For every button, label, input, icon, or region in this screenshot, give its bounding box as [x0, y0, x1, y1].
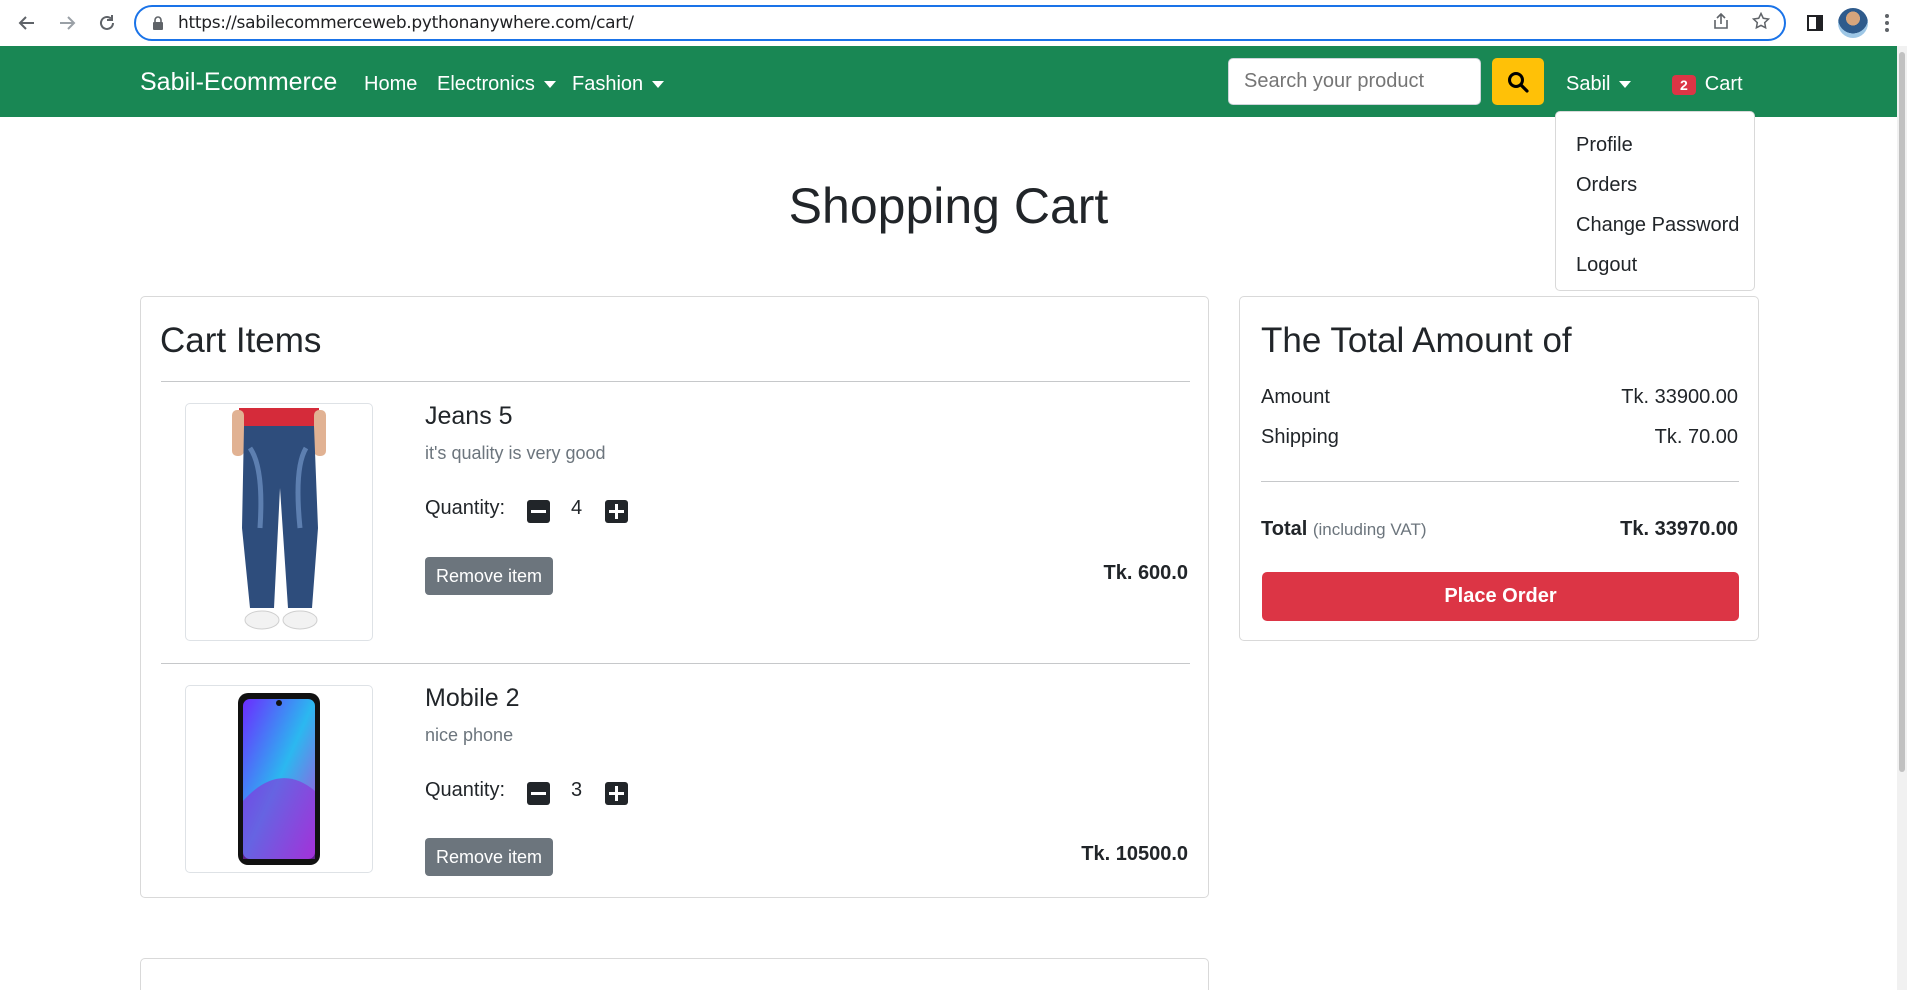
menu-item-profile[interactable]: Profile	[1556, 125, 1754, 165]
increase-quantity-button[interactable]	[605, 500, 628, 523]
caret-down-icon	[543, 81, 556, 88]
nav-fashion-label: Fashion	[572, 73, 644, 95]
remove-item-button[interactable]: Remove item	[425, 557, 553, 595]
divider	[1261, 481, 1739, 482]
next-card	[140, 958, 1209, 990]
vat-note: (including VAT)	[1312, 520, 1427, 539]
address-bar[interactable]: https://sabilecommerceweb.pythonanywhere…	[134, 5, 1786, 41]
profile-avatar[interactable]	[1838, 8, 1868, 38]
product-description: it's quality is very good	[425, 443, 606, 463]
shipping-value: Tk. 70.00	[1654, 426, 1738, 448]
caret-down-icon	[652, 81, 665, 88]
summary-title: The Total Amount of	[1261, 321, 1572, 360]
side-panel-icon[interactable]	[1800, 8, 1830, 38]
browser-menu-icon[interactable]	[1872, 8, 1902, 38]
cart-items-card: Cart Items Jeans 5 it's quality is very …	[140, 296, 1209, 898]
lock-icon	[152, 16, 164, 30]
product-image-jeans[interactable]	[185, 403, 373, 641]
brand-logo[interactable]: Sabil-Ecommerce	[140, 68, 337, 97]
user-name: Sabil	[1566, 73, 1611, 95]
url-text[interactable]: https://sabilecommerceweb.pythonanywhere…	[178, 13, 634, 33]
nav-home-label: Home	[364, 73, 418, 95]
item-price: Tk. 10500.0	[1081, 843, 1188, 865]
quantity-value: 3	[571, 779, 583, 801]
product-description: nice phone	[425, 725, 514, 745]
menu-item-logout[interactable]: Logout	[1556, 245, 1754, 285]
quantity-value: 4	[571, 497, 583, 519]
back-icon[interactable]	[12, 8, 42, 38]
product-name: Mobile 2	[425, 684, 520, 712]
order-summary-card: The Total Amount of Amount Tk. 33900.00 …	[1239, 296, 1759, 641]
amount-label: Amount	[1261, 386, 1330, 408]
bookmark-star-icon[interactable]	[1751, 11, 1771, 35]
place-order-button[interactable]: Place Order	[1262, 572, 1739, 621]
nav-electronics-label: Electronics	[437, 73, 535, 95]
nav-fashion-dropdown[interactable]: Fashion	[572, 73, 665, 96]
remove-item-button[interactable]: Remove item	[425, 838, 553, 876]
search-icon	[1508, 71, 1529, 93]
forward-icon[interactable]	[52, 8, 82, 38]
user-dropdown[interactable]: Sabil	[1566, 73, 1632, 96]
browser-toolbar: https://sabilecommerceweb.pythonanywhere…	[0, 0, 1907, 46]
total-value: Tk. 33970.00	[1620, 518, 1738, 540]
shipping-label: Shipping	[1261, 426, 1339, 448]
page-title: Shopping Cart	[788, 178, 1109, 234]
cart-items-title: Cart Items	[160, 321, 322, 360]
caret-down-icon	[1619, 81, 1632, 88]
item-price: Tk. 600.0	[1103, 562, 1188, 584]
scrollbar-thumb[interactable]	[1899, 52, 1905, 772]
nav-home[interactable]: Home	[364, 73, 417, 96]
increase-quantity-button[interactable]	[605, 782, 628, 805]
search-input[interactable]	[1228, 58, 1481, 105]
share-icon[interactable]	[1712, 12, 1730, 35]
cart-count-badge: 2	[1672, 74, 1696, 95]
total-label: Total (including VAT)	[1261, 518, 1427, 541]
cart-label: Cart	[1704, 73, 1743, 95]
cart-link[interactable]: 2 Cart	[1672, 73, 1743, 96]
search-button[interactable]	[1492, 58, 1544, 105]
amount-value: Tk. 33900.00	[1621, 386, 1738, 408]
page-scrollbar[interactable]	[1897, 46, 1907, 990]
quantity-label: Quantity:	[425, 779, 506, 801]
product-image-mobile[interactable]	[185, 685, 373, 873]
nav-electronics-dropdown[interactable]: Electronics	[437, 73, 556, 96]
divider	[161, 663, 1190, 664]
divider	[161, 381, 1190, 382]
reload-icon[interactable]	[92, 8, 122, 38]
total-label-text: Total	[1261, 518, 1308, 540]
decrease-quantity-button[interactable]	[527, 500, 550, 523]
decrease-quantity-button[interactable]	[527, 782, 550, 805]
site-navbar: Sabil-Ecommerce Home Electronics Fashion…	[0, 46, 1897, 117]
quantity-label: Quantity:	[425, 497, 506, 519]
product-name: Jeans 5	[425, 402, 513, 430]
